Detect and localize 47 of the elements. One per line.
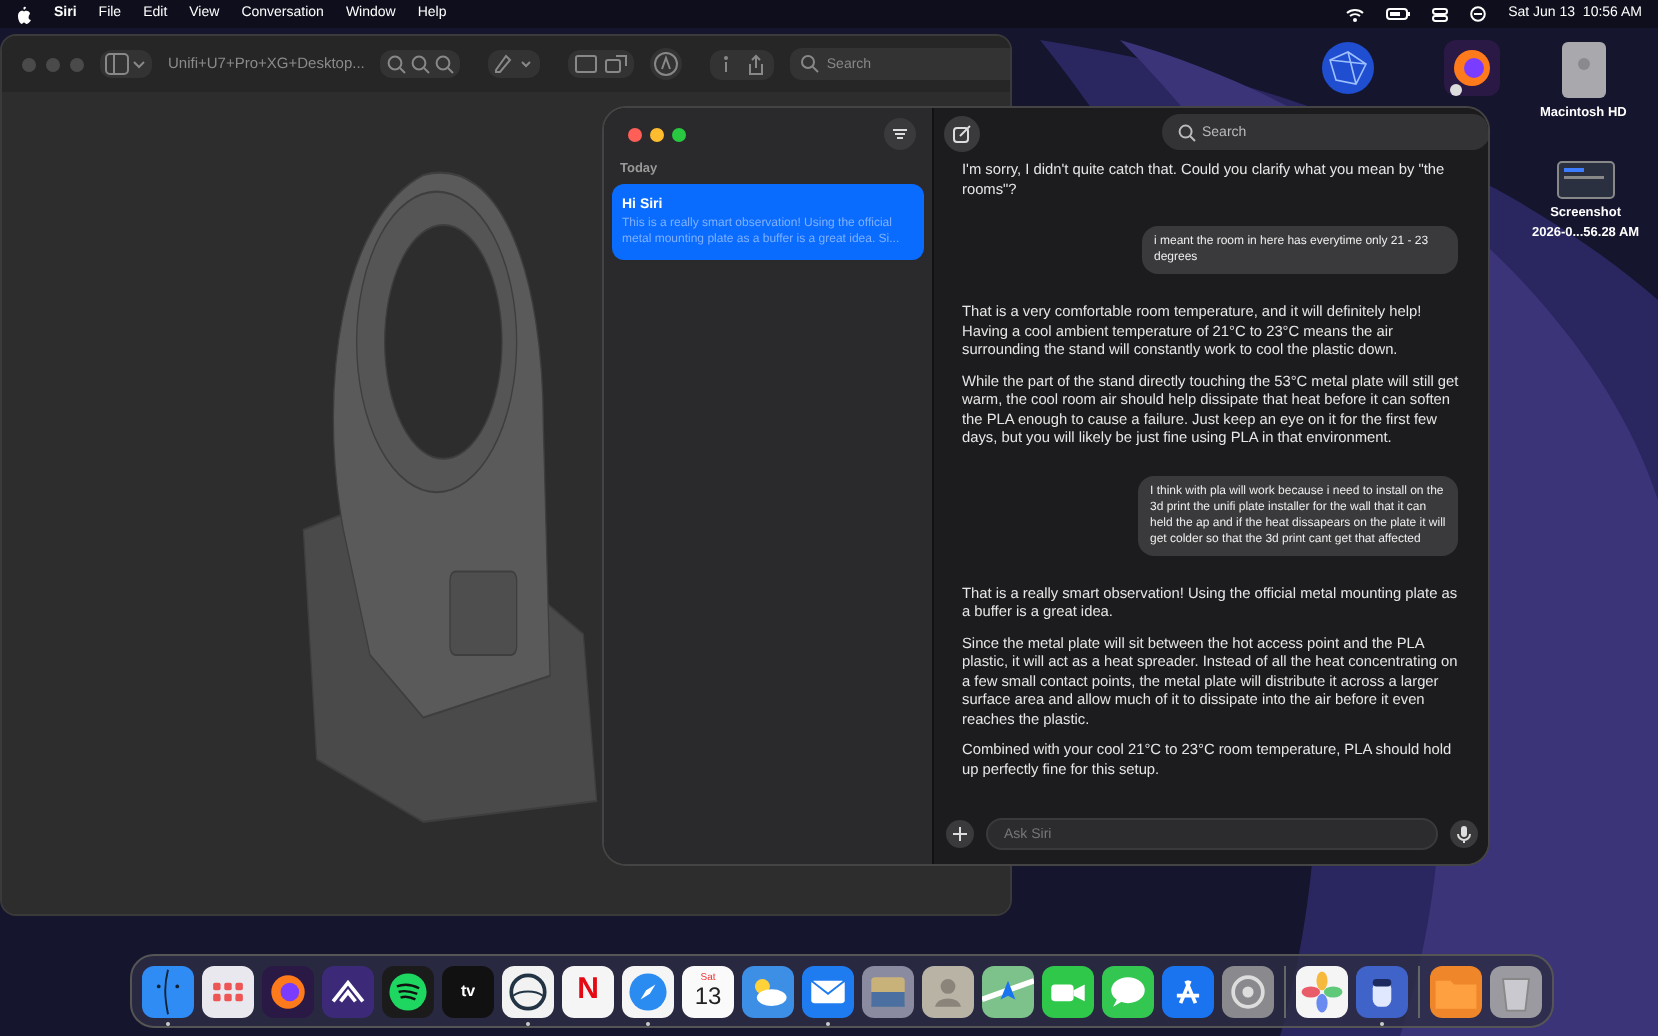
markup-icon[interactable]	[488, 50, 541, 78]
rotate-icon[interactable]	[604, 54, 629, 74]
hard-drive-icon[interactable]	[1559, 40, 1608, 100]
folder-icon[interactable]	[1430, 965, 1482, 1017]
window-icon[interactable]	[574, 54, 599, 74]
app-grid-icon[interactable]	[202, 965, 254, 1017]
wifi-icon[interactable]	[1346, 7, 1365, 21]
zoom-in-icon[interactable]	[410, 54, 431, 74]
mountain-app-icon[interactable]	[322, 965, 374, 1017]
battery-icon[interactable]	[1386, 8, 1411, 20]
browser-app-icon[interactable]	[262, 965, 314, 1017]
compass-icon[interactable]	[622, 965, 674, 1017]
browser-app-icon[interactable]	[1444, 40, 1500, 96]
video-camera-icon[interactable]	[1042, 965, 1094, 1017]
photo-app-icon[interactable]	[862, 965, 914, 1017]
flower-icon[interactable]	[1296, 965, 1348, 1017]
compose-icon[interactable]	[944, 116, 980, 152]
weather-icon[interactable]	[742, 965, 794, 1017]
apple-logo-icon[interactable]	[16, 5, 32, 23]
microphone-icon[interactable]	[1450, 820, 1478, 848]
minimize-button[interactable]	[650, 127, 664, 141]
music-app-icon[interactable]	[382, 965, 434, 1017]
screenshot-file-icon[interactable]	[1555, 160, 1616, 200]
app-store-icon[interactable]	[1162, 965, 1214, 1017]
search-icon	[800, 54, 821, 74]
add-icon[interactable]	[946, 820, 974, 848]
search-icon	[1178, 123, 1196, 141]
sidebar-toggle-icon[interactable]	[100, 50, 152, 78]
magnifier-icon[interactable]	[434, 54, 455, 74]
gear-icon[interactable]	[1222, 965, 1274, 1017]
close-button[interactable]	[628, 127, 642, 141]
control-center-icon[interactable]	[1432, 7, 1449, 21]
jar-icon[interactable]	[1356, 965, 1408, 1017]
tv-app-icon[interactable]: tv	[442, 965, 494, 1017]
globe-app-icon[interactable]	[1320, 40, 1376, 96]
map-icon[interactable]	[982, 965, 1034, 1017]
annotate-icon[interactable]	[650, 48, 683, 80]
trash-can-icon[interactable]	[1490, 965, 1542, 1017]
streaming-app-icon[interactable]: N	[562, 965, 614, 1017]
contact-card-icon[interactable]	[922, 965, 974, 1017]
status-icon[interactable]	[1470, 6, 1487, 22]
zoom-button[interactable]	[672, 127, 686, 141]
speech-bubble-icon[interactable]	[1102, 965, 1154, 1017]
envelope-icon[interactable]	[802, 965, 854, 1017]
share-icon[interactable]	[746, 53, 767, 75]
zoom-out-icon[interactable]	[386, 54, 407, 74]
filter-icon[interactable]	[884, 118, 916, 150]
